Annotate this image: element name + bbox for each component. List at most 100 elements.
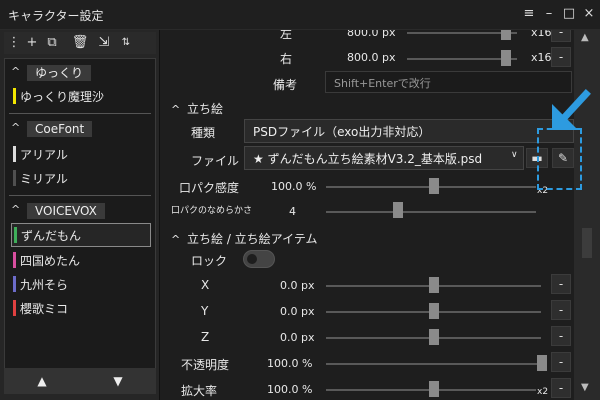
properties-panel: 左 800.0 px x16 - 右 800.0 px x16 - 備考 Shi… bbox=[161, 30, 600, 400]
section-tachie-item[interactable]: ^ 立ち絵 / 立ち絵アイテム bbox=[171, 230, 317, 247]
right-slider-thumb[interactable] bbox=[501, 50, 511, 66]
opacity-value[interactable]: 100.0 % bbox=[267, 357, 312, 370]
left-value[interactable]: 800.0 px bbox=[347, 30, 395, 39]
scale-slider-thumb[interactable] bbox=[429, 381, 439, 397]
add-icon[interactable]: + bbox=[22, 33, 42, 53]
kind-select[interactable]: PSDファイル（exo出力非対応） bbox=[244, 119, 574, 143]
list-item-label: ずんだもん bbox=[21, 229, 82, 243]
section-title: 立ち絵 / 立ち絵アイテム bbox=[187, 232, 318, 246]
list-item[interactable]: 四国めたん bbox=[11, 249, 151, 271]
list-item-label: 四国めたん bbox=[20, 254, 81, 268]
list-item-label: 九州そら bbox=[20, 278, 69, 292]
z-slider-thumb[interactable] bbox=[429, 329, 439, 345]
scroll-down-icon[interactable]: ▼ bbox=[581, 382, 589, 393]
x-slider-thumb[interactable] bbox=[429, 277, 439, 293]
import-icon[interactable]: ⇲ bbox=[94, 33, 114, 53]
right-reset-button[interactable]: - bbox=[551, 47, 571, 67]
lock-toggle[interactable] bbox=[243, 250, 275, 268]
memo-label: 備考 bbox=[273, 78, 298, 92]
left-reset-button[interactable]: - bbox=[551, 30, 571, 42]
arrow-shaft bbox=[557, 89, 591, 125]
x-value[interactable]: 0.0 px bbox=[280, 279, 314, 292]
list-item[interactable]: 櫻歌ミコ bbox=[11, 297, 151, 319]
opacity-slider-thumb[interactable] bbox=[537, 355, 547, 371]
more-vert-icon[interactable]: ⋮ bbox=[4, 33, 24, 53]
file-select[interactable]: ★ ずんだもん立ち絵素材V3.2_基本版.psd bbox=[244, 146, 524, 170]
scale-value[interactable]: 100.0 % bbox=[267, 383, 312, 396]
group-header-coefont[interactable]: ^ CoeFont bbox=[5, 119, 155, 139]
y-label: Y bbox=[201, 304, 209, 318]
left-slider-thumb[interactable] bbox=[501, 30, 511, 40]
list-item-label: 櫻歌ミコ bbox=[20, 302, 69, 316]
close-icon[interactable]: × bbox=[580, 5, 598, 23]
opacity-reset-button[interactable]: - bbox=[551, 352, 571, 372]
window-title: キャラクター設定 bbox=[8, 9, 104, 23]
copy-icon[interactable]: ⧉ bbox=[42, 33, 62, 53]
character-sidebar: ⋮ + ⧉ 🗑 ⇲ ⇅ ^ ゆっくり ゆっくり魔理沙 ^ CoeFont アリア… bbox=[0, 30, 160, 400]
vertical-scrollbar[interactable]: ▲ ▼ bbox=[574, 30, 600, 400]
section-tachie[interactable]: ^ 立ち絵 bbox=[171, 100, 223, 117]
color-bar bbox=[13, 252, 16, 268]
lipsync-slider-thumb[interactable] bbox=[429, 178, 439, 194]
group-header-yukkuri[interactable]: ^ ゆっくり bbox=[5, 63, 155, 83]
list-item[interactable]: 九州そら bbox=[11, 273, 151, 295]
chevron-up-icon: ^ bbox=[171, 233, 181, 246]
color-bar bbox=[14, 227, 17, 243]
divider bbox=[9, 113, 151, 114]
list-item[interactable]: ミリアル bbox=[11, 167, 151, 189]
title-bar: キャラクター設定 ≡ – □ × bbox=[0, 0, 600, 30]
character-list: ^ ゆっくり ゆっくり魔理沙 ^ CoeFont アリアル ミリアル ^ VOI… bbox=[4, 58, 156, 392]
group-label: VOICEVOX bbox=[27, 203, 105, 219]
z-reset-button[interactable]: - bbox=[551, 326, 571, 346]
opacity-label: 不透明度 bbox=[181, 358, 230, 372]
lipsync-smooth-slider[interactable] bbox=[326, 211, 536, 213]
memo-input[interactable]: Shift+Enterで改行 bbox=[325, 71, 572, 93]
x-label: X bbox=[201, 278, 210, 292]
chevron-up-icon: ^ bbox=[11, 203, 21, 216]
lipsync-smooth-value[interactable]: 4 bbox=[289, 205, 296, 218]
color-bar bbox=[13, 146, 16, 162]
list-footer: ▲ ▼ bbox=[4, 368, 156, 394]
y-value[interactable]: 0.0 px bbox=[280, 305, 314, 318]
chevron-down-icon[interactable]: ∨ bbox=[511, 150, 518, 160]
lipsync-label: 口パク感度 bbox=[179, 181, 240, 195]
list-item-selected[interactable]: ずんだもん bbox=[11, 223, 151, 247]
highlight-box bbox=[537, 128, 582, 190]
delete-icon[interactable]: 🗑 bbox=[70, 33, 90, 53]
right-value[interactable]: 800.0 px bbox=[347, 51, 395, 64]
color-bar bbox=[13, 170, 16, 186]
scale-label: 拡大率 bbox=[181, 384, 218, 398]
scroll-up-icon[interactable]: ▲ bbox=[581, 32, 589, 43]
lock-label: ロック bbox=[191, 254, 228, 268]
right-multiplier: x16 bbox=[531, 51, 552, 64]
lipsync-smooth-slider-thumb[interactable] bbox=[393, 202, 403, 218]
list-item-label: ゆっくり魔理沙 bbox=[20, 90, 105, 104]
sort-icon[interactable]: ⇅ bbox=[116, 33, 136, 53]
move-up-button[interactable]: ▲ bbox=[4, 368, 80, 394]
y-reset-button[interactable]: - bbox=[551, 300, 571, 320]
lipsync-smooth-label: 口パクのなめらかさ bbox=[171, 206, 253, 216]
y-slider-thumb[interactable] bbox=[429, 303, 439, 319]
opacity-slider[interactable] bbox=[326, 363, 541, 365]
left-label: 左 bbox=[280, 30, 293, 41]
kind-label: 種類 bbox=[191, 126, 216, 140]
scroll-thumb[interactable] bbox=[582, 228, 592, 258]
maximize-icon[interactable]: □ bbox=[560, 5, 578, 23]
scale-multiplier: x2 bbox=[537, 387, 549, 397]
menu-icon[interactable]: ≡ bbox=[520, 5, 538, 23]
x-reset-button[interactable]: - bbox=[551, 274, 571, 294]
lipsync-value[interactable]: 100.0 % bbox=[271, 180, 316, 193]
scale-reset-button[interactable]: - bbox=[551, 378, 571, 398]
list-item[interactable]: アリアル bbox=[11, 143, 151, 165]
color-bar bbox=[13, 300, 16, 316]
file-label: ファイル bbox=[191, 154, 240, 168]
toggle-knob bbox=[247, 254, 257, 264]
minimize-icon[interactable]: – bbox=[540, 5, 558, 23]
list-item[interactable]: ゆっくり魔理沙 bbox=[11, 85, 151, 107]
z-value[interactable]: 0.0 px bbox=[280, 331, 314, 344]
group-header-voicevox[interactable]: ^ VOICEVOX bbox=[5, 201, 155, 221]
z-label: Z bbox=[201, 330, 210, 344]
move-down-button[interactable]: ▼ bbox=[80, 368, 156, 394]
left-multiplier: x16 bbox=[531, 30, 552, 39]
callout-arrow-icon bbox=[552, 89, 591, 130]
